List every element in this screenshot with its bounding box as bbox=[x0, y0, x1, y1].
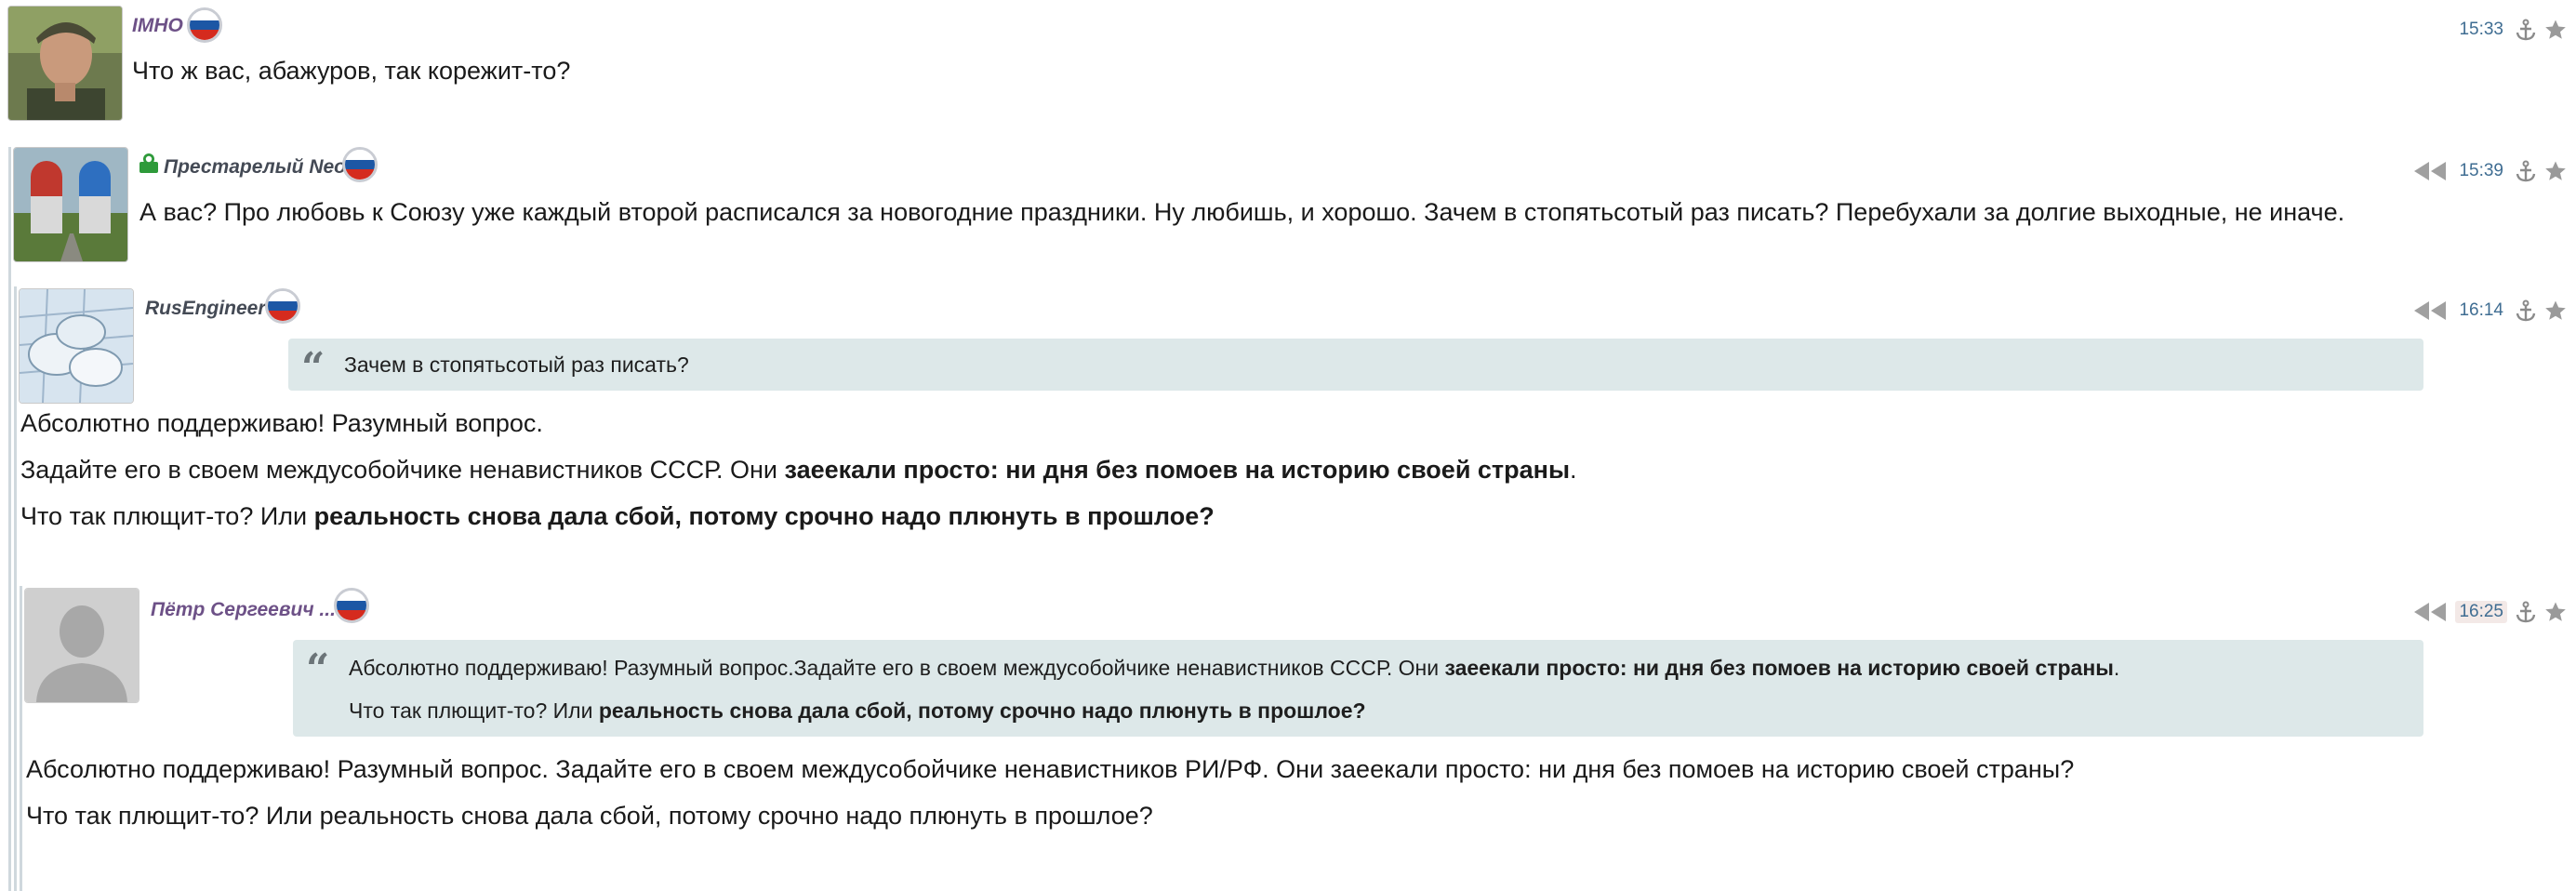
timestamp[interactable]: 15:39 bbox=[2455, 160, 2507, 182]
user-badge-icon bbox=[139, 153, 158, 173]
text-run: Абсолютно поддерживаю! Разумный вопрос.З… bbox=[349, 656, 1445, 680]
comment-paragraph: Что ж вас, абажуров, так корежит-то? bbox=[132, 54, 570, 87]
back-arrow-icon[interactable] bbox=[2412, 299, 2448, 322]
anchor-icon[interactable] bbox=[2515, 19, 2537, 41]
comment-paragraph: Абсолютно поддерживаю! Разумный вопрос. … bbox=[26, 746, 2074, 792]
comment-rusengineer: RusEngineer 16:14 “ Зачем в стопятьсотый… bbox=[0, 281, 2576, 551]
star-icon[interactable] bbox=[2544, 19, 2567, 41]
timestamp[interactable]: 16:25 bbox=[2455, 601, 2507, 623]
text-run: Абсолютно поддерживаю! Разумный вопрос. bbox=[20, 409, 543, 437]
quote-mark-icon: “ bbox=[301, 344, 325, 392]
text-run: Что так плющит-то? Или реальность снова … bbox=[26, 802, 1153, 830]
quote-text: Абсолютно поддерживаю! Разумный вопрос.З… bbox=[349, 656, 2119, 681]
text-run: Что так плющит-то? Или bbox=[349, 698, 599, 723]
anchor-icon[interactable] bbox=[2515, 160, 2537, 182]
avatar[interactable] bbox=[7, 6, 123, 121]
author-name[interactable]: IMHO bbox=[132, 15, 183, 37]
author-name[interactable]: RusEngineer bbox=[145, 298, 266, 320]
anchor-icon[interactable] bbox=[2515, 601, 2537, 623]
comment-text: Абсолютно поддерживаю! Разумный вопрос. … bbox=[26, 746, 2074, 839]
text-run: Зачем в стопятьсотый раз писать? bbox=[344, 352, 689, 377]
comment-meta: 15:39 bbox=[2412, 157, 2567, 185]
author-name[interactable]: Пётр Сергеевич ... bbox=[151, 599, 336, 621]
author-name[interactable]: Престарелый Neo bbox=[164, 156, 346, 179]
back-arrow-icon[interactable] bbox=[2412, 160, 2448, 182]
russia-flag-icon bbox=[342, 147, 378, 182]
timestamp[interactable]: 15:33 bbox=[2455, 19, 2507, 41]
comment-meta: 15:33 bbox=[2455, 16, 2567, 44]
comment-meta: 16:14 bbox=[2412, 297, 2567, 325]
quote-text: Что так плющит-то? Или реальность снова … bbox=[349, 698, 1366, 724]
avatar[interactable] bbox=[24, 588, 139, 703]
text-run: . bbox=[1570, 456, 1577, 484]
text-run: Абсолютно поддерживаю! Разумный вопрос. … bbox=[26, 755, 2075, 783]
back-arrow-icon[interactable] bbox=[2412, 601, 2448, 623]
comment-paragraph: А вас? Про любовь к Союзу уже каждый вто… bbox=[139, 195, 2344, 229]
comment-paragraph: Что так плющит-то? Или реальность снова … bbox=[20, 493, 1577, 539]
comment-text: А вас? Про любовь к Союзу уже каждый вто… bbox=[139, 195, 2344, 229]
avatar[interactable] bbox=[19, 288, 134, 404]
text-run: Задайте его в своем междусобойчике ненав… bbox=[20, 456, 785, 484]
text-run: Что так плющит-то? Или bbox=[20, 502, 314, 530]
comment-paragraph: Абсолютно поддерживаю! Разумный вопрос. bbox=[20, 400, 1577, 446]
bold-text-run: заеекали просто: ни дня без помоев на ис… bbox=[784, 456, 1571, 484]
bold-text-run: реальность снова дала сбой, потому срочн… bbox=[313, 502, 1215, 530]
quote-block: “ Зачем в стопятьсотый раз писать? bbox=[288, 339, 2423, 391]
star-icon[interactable] bbox=[2544, 601, 2567, 623]
quote-text: Зачем в стопятьсотый раз писать? bbox=[344, 352, 689, 378]
bold-text-run: заеекали просто: ни дня без помоев на ис… bbox=[1444, 656, 2114, 680]
text-run: А вас? Про любовь к Союзу уже каждый вто… bbox=[139, 198, 2345, 226]
quote-block: “ Абсолютно поддерживаю! Разумный вопрос… bbox=[293, 640, 2423, 737]
star-icon[interactable] bbox=[2544, 160, 2567, 182]
anchor-icon[interactable] bbox=[2515, 299, 2537, 322]
russia-flag-icon bbox=[187, 7, 222, 43]
comment-paragraph: Задайте его в своем междусобойчике ненав… bbox=[20, 446, 1577, 493]
comment-imho: IMHO 15:33 Что ж вас, абажуров, так коре… bbox=[0, 0, 2576, 130]
text-run: Что ж вас, абажуров, так корежит-то? bbox=[132, 57, 571, 85]
avatar[interactable] bbox=[13, 147, 128, 262]
bold-text-run: реальность снова дала сбой, потому срочн… bbox=[598, 698, 1366, 723]
star-icon[interactable] bbox=[2544, 299, 2567, 322]
comment-paragraph: Что так плющит-то? Или реальность снова … bbox=[26, 792, 2074, 839]
russia-flag-icon bbox=[265, 288, 300, 324]
russia-flag-icon bbox=[334, 588, 369, 623]
comment-neo: Престарелый Neo 15:39 А вас? Про любовь … bbox=[0, 140, 2576, 270]
timestamp[interactable]: 16:14 bbox=[2455, 299, 2507, 322]
comment-meta: 16:25 bbox=[2412, 598, 2567, 626]
text-run: . bbox=[2113, 656, 2120, 680]
quote-mark-icon: “ bbox=[306, 645, 330, 693]
comment-text: Что ж вас, абажуров, так корежит-то? bbox=[132, 54, 570, 87]
comment-petr: Пётр Сергеевич ... 16:25 “ Абсолютно под… bbox=[0, 584, 2576, 891]
comment-text: Абсолютно поддерживаю! Разумный вопрос. З… bbox=[20, 400, 1577, 539]
